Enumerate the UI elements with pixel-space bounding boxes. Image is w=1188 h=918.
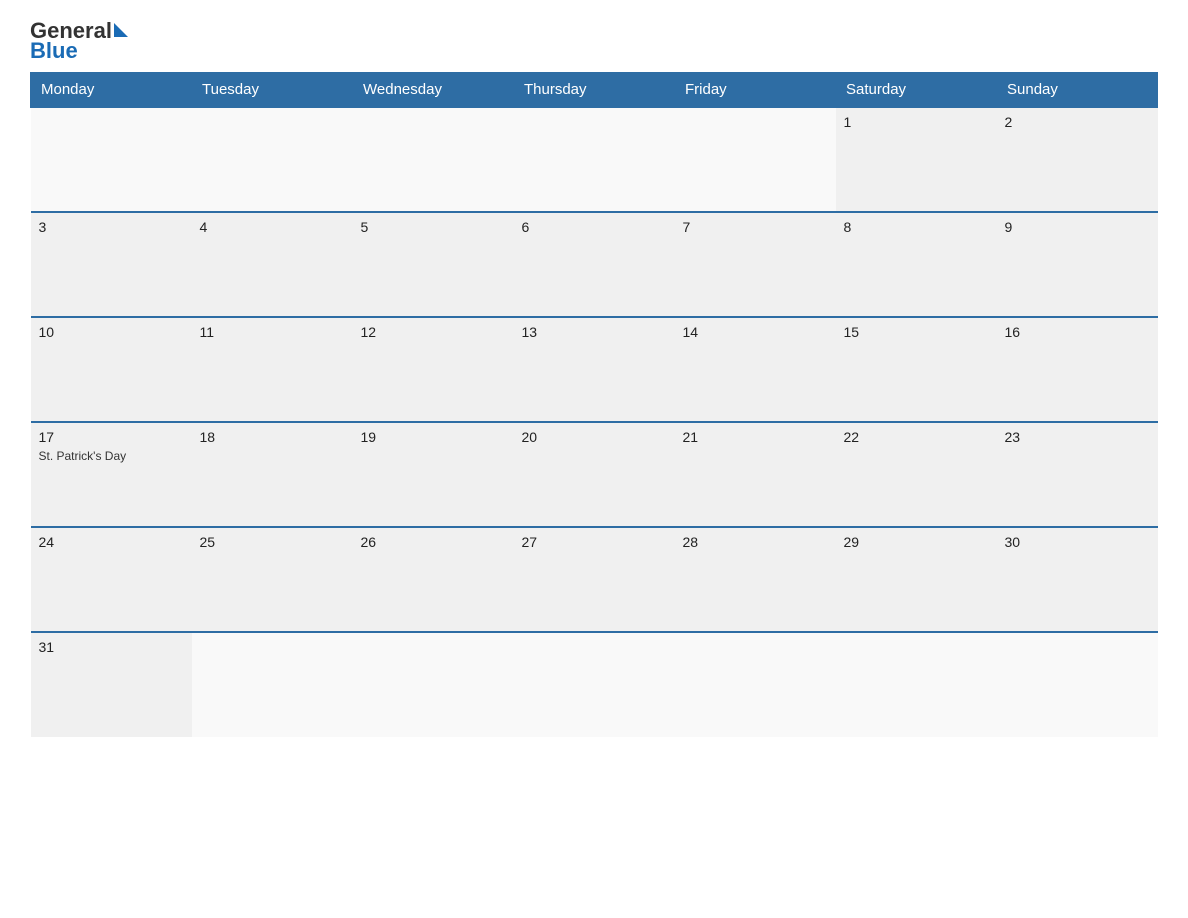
weekday-header-wednesday: Wednesday [353,73,514,108]
day-number: 5 [361,219,506,235]
calendar-cell: 30 [997,527,1158,632]
calendar-cell: 11 [192,317,353,422]
day-number: 18 [200,429,345,445]
calendar-cell: 28 [675,527,836,632]
calendar-cell [675,632,836,737]
page-header: General Blue [30,20,1158,62]
weekday-header-row: MondayTuesdayWednesdayThursdayFridaySatu… [31,73,1158,108]
calendar-cell: 21 [675,422,836,527]
calendar-table: MondayTuesdayWednesdayThursdayFridaySatu… [30,72,1158,737]
day-number: 2 [1005,114,1150,130]
day-number: 15 [844,324,989,340]
day-number: 28 [683,534,828,550]
day-number: 26 [361,534,506,550]
day-number: 21 [683,429,828,445]
calendar-cell: 16 [997,317,1158,422]
day-number: 23 [1005,429,1150,445]
calendar-cell: 13 [514,317,675,422]
day-number: 29 [844,534,989,550]
day-number: 19 [361,429,506,445]
day-number: 8 [844,219,989,235]
calendar-cell: 24 [31,527,192,632]
calendar-cell: 2 [997,107,1158,212]
day-number: 20 [522,429,667,445]
calendar-cell: 12 [353,317,514,422]
calendar-cell [353,632,514,737]
day-number: 27 [522,534,667,550]
calendar-cell: 18 [192,422,353,527]
calendar-cell [31,107,192,212]
calendar-week-row: 10 11 12 13 14 15 16 [31,317,1158,422]
calendar-week-row: 31 [31,632,1158,737]
day-number: 16 [1005,324,1150,340]
calendar-cell: 31 [31,632,192,737]
day-number: 31 [39,639,184,655]
calendar-cell: 27 [514,527,675,632]
day-number: 6 [522,219,667,235]
calendar-cell: 10 [31,317,192,422]
calendar-cell: 25 [192,527,353,632]
calendar-cell [675,107,836,212]
calendar-cell: 1 [836,107,997,212]
calendar-cell [836,632,997,737]
weekday-header-tuesday: Tuesday [192,73,353,108]
day-number: 24 [39,534,184,550]
calendar-cell: 8 [836,212,997,317]
day-number: 1 [844,114,989,130]
day-number: 11 [200,324,345,340]
day-number: 10 [39,324,184,340]
calendar-cell: 29 [836,527,997,632]
calendar-week-row: 24 25 26 27 28 29 30 [31,527,1158,632]
calendar-cell [514,107,675,212]
calendar-cell: 17 St. Patrick's Day [31,422,192,527]
calendar-week-row: 17 St. Patrick's Day 18 19 20 21 22 23 [31,422,1158,527]
calendar-cell: 19 [353,422,514,527]
calendar-week-row: 3456789 [31,212,1158,317]
calendar-week-row: 12 [31,107,1158,212]
logo-triangle-icon [114,23,128,37]
day-number: 12 [361,324,506,340]
day-number: 14 [683,324,828,340]
day-number: 25 [200,534,345,550]
event-label: St. Patrick's Day [39,449,127,463]
calendar-cell [192,632,353,737]
calendar-cell [353,107,514,212]
calendar-cell: 5 [353,212,514,317]
day-number: 4 [200,219,345,235]
logo-blue-text: Blue [30,40,78,62]
day-number: 9 [1005,219,1150,235]
calendar-cell [997,632,1158,737]
calendar-cell: 15 [836,317,997,422]
calendar-cell: 22 [836,422,997,527]
calendar-cell: 23 [997,422,1158,527]
weekday-header-thursday: Thursday [514,73,675,108]
weekday-header-monday: Monday [31,73,192,108]
weekday-header-friday: Friday [675,73,836,108]
calendar-cell: 7 [675,212,836,317]
weekday-header-sunday: Sunday [997,73,1158,108]
day-number: 3 [39,219,184,235]
calendar-cell: 20 [514,422,675,527]
calendar-cell: 9 [997,212,1158,317]
calendar-cell: 4 [192,212,353,317]
calendar-cell: 6 [514,212,675,317]
calendar-cell [514,632,675,737]
weekday-header-saturday: Saturday [836,73,997,108]
calendar-cell [192,107,353,212]
day-number: 13 [522,324,667,340]
day-number: 17 [39,429,184,445]
day-number: 22 [844,429,989,445]
day-number: 7 [683,219,828,235]
calendar-cell: 14 [675,317,836,422]
day-number: 30 [1005,534,1150,550]
calendar-cell: 26 [353,527,514,632]
logo: General Blue [30,20,128,62]
calendar-cell: 3 [31,212,192,317]
